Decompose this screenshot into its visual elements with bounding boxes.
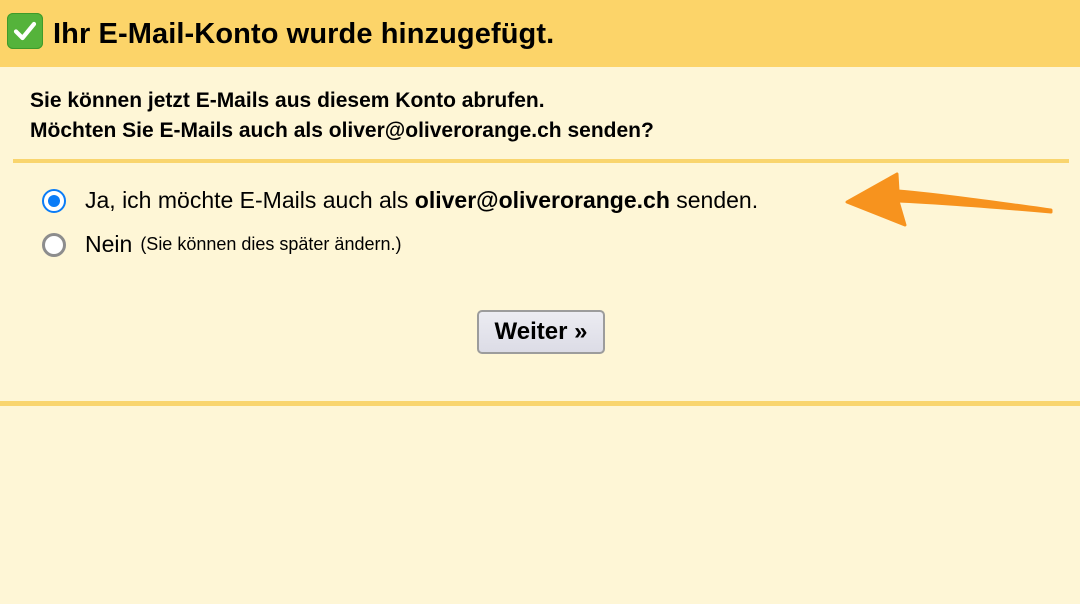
- divider: [0, 401, 1080, 406]
- option-no-label: Nein: [85, 231, 133, 257]
- option-yes-label: Ja, ich möchte E-Mails auch als oliver@o…: [85, 187, 758, 214]
- arrow-left-icon: [845, 172, 1053, 227]
- divider: [13, 159, 1069, 163]
- option-no-note: (Sie können dies später ändern.): [140, 234, 402, 254]
- option-yes-prefix: Ja, ich möchte E-Mails auch als: [85, 187, 415, 213]
- radio-yes[interactable]: [42, 188, 66, 213]
- option-no[interactable]: Nein (Sie können dies später ändern.): [42, 231, 401, 258]
- option-yes-email: oliver@oliverorange.ch: [414, 187, 670, 213]
- radio-no[interactable]: [42, 232, 66, 257]
- option-yes-suffix: senden.: [669, 187, 759, 213]
- checkmark-icon: [7, 13, 43, 49]
- intro-line-2: Möchten Sie E-Mails auch als oliver@oliv…: [30, 119, 654, 142]
- page-title: Ihr E-Mail-Konto wurde hinzugefügt.: [53, 18, 555, 50]
- header-bar: Ihr E-Mail-Konto wurde hinzugefügt.: [0, 0, 1080, 67]
- intro-text: Sie können jetzt E-Mails aus diesem Kont…: [30, 86, 654, 146]
- intro-line-1: Sie können jetzt E-Mails aus diesem Kont…: [30, 89, 545, 112]
- option-yes[interactable]: Ja, ich möchte E-Mails auch als oliver@o…: [42, 187, 758, 214]
- next-button[interactable]: Weiter »: [477, 310, 605, 354]
